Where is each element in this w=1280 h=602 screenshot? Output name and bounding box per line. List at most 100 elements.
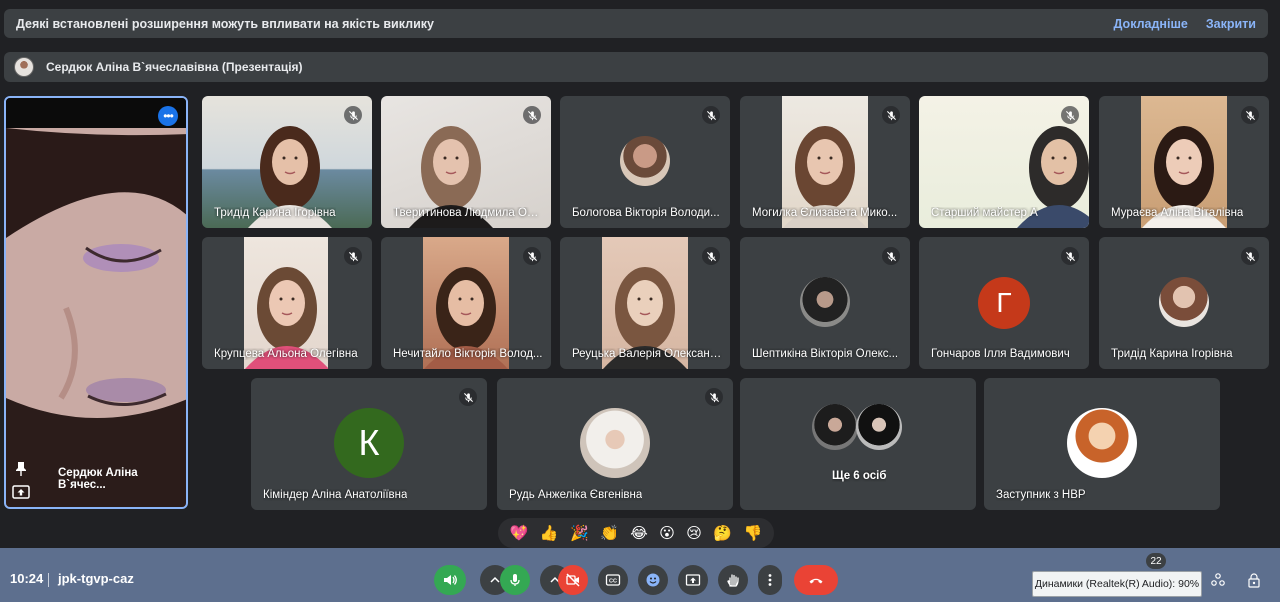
participant-name: Старший майстер А bbox=[931, 207, 1038, 219]
featured-participant-tile[interactable]: ••• Сердюк Аліна В`ячес... bbox=[4, 96, 188, 509]
more-vert-icon bbox=[768, 574, 772, 586]
reaction-emoji[interactable]: 👏 bbox=[600, 524, 619, 542]
participant-letter-avatar: К bbox=[334, 408, 404, 478]
mic-off-icon bbox=[344, 106, 362, 124]
participant-name: Шептикіна Вікторія Олекс... bbox=[752, 348, 899, 360]
participant-name: Рудь Анжеліка Євгенівна bbox=[509, 489, 643, 501]
divider bbox=[48, 573, 49, 587]
reaction-emoji[interactable]: 😂 bbox=[630, 524, 648, 542]
participant-name: Нечитайло Вікторія Волод... bbox=[393, 348, 543, 360]
mic-button[interactable] bbox=[500, 565, 530, 595]
clock: 10:24 bbox=[10, 571, 44, 586]
banner-text: Деякі встановлені розширення можуть впли… bbox=[16, 16, 434, 31]
participant-name: Мураєва Аліна Віталівна bbox=[1111, 207, 1244, 219]
mic-off-icon bbox=[702, 106, 720, 124]
presenter-avatar bbox=[14, 57, 34, 77]
participant-name: Бологова Вікторія Володи... bbox=[572, 207, 720, 219]
mic-icon bbox=[510, 574, 520, 586]
participant-avatar bbox=[620, 136, 670, 186]
svg-text:CC: CC bbox=[609, 579, 617, 585]
participant-tile[interactable]: Реуцька Валерія Олександ... bbox=[560, 237, 730, 369]
emoji-icon bbox=[646, 573, 660, 587]
reaction-emoji[interactable]: 💖 bbox=[510, 524, 529, 542]
close-banner-link[interactable]: Закрити bbox=[1206, 17, 1256, 31]
participant-tile[interactable]: Тверитинова Людмила Ол... bbox=[381, 96, 551, 228]
participant-name: Тридід Карина Ігорівна bbox=[214, 207, 336, 219]
mic-off-icon bbox=[523, 106, 541, 124]
mic-off-icon bbox=[459, 388, 477, 406]
reaction-emoji[interactable]: 😢 bbox=[686, 524, 702, 542]
mic-off-icon bbox=[523, 247, 541, 265]
more-options-button[interactable] bbox=[758, 565, 782, 595]
reaction-emoji[interactable]: 👍 bbox=[540, 524, 559, 542]
featured-video bbox=[6, 98, 186, 507]
participant-name: Тверитинова Людмила Ол... bbox=[393, 207, 543, 219]
lock-button[interactable] bbox=[1244, 570, 1264, 590]
present-now-button[interactable] bbox=[678, 565, 708, 595]
participant-tile[interactable]: Г Гончаров Ілля Вадимович bbox=[919, 237, 1089, 369]
leave-call-button[interactable] bbox=[794, 565, 838, 595]
participant-tile[interactable]: К Кіміндер Аліна Анатоліївна bbox=[251, 378, 487, 510]
participant-avatar bbox=[1067, 408, 1137, 478]
learn-more-link[interactable]: Докладніше bbox=[1114, 17, 1188, 31]
mic-off-icon bbox=[1061, 106, 1079, 124]
participant-tile[interactable]: Старший майстер А bbox=[919, 96, 1089, 228]
speaker-icon bbox=[444, 575, 457, 585]
pin-icon[interactable] bbox=[14, 461, 28, 477]
participant-name: Тридід Карина Ігорівна bbox=[1111, 348, 1233, 360]
participant-letter-avatar: Г bbox=[978, 277, 1030, 329]
reactions-button[interactable] bbox=[638, 565, 668, 595]
participant-name: Заступник з НВР bbox=[996, 489, 1086, 501]
reaction-emoji[interactable]: 🤔 bbox=[713, 524, 732, 542]
participant-tile[interactable]: Бологова Вікторія Володи... bbox=[560, 96, 730, 228]
participant-avatar bbox=[580, 408, 650, 478]
mic-off-icon bbox=[344, 247, 362, 265]
mic-off-icon bbox=[882, 106, 900, 124]
more-options-icon[interactable]: ••• bbox=[158, 106, 178, 126]
mic-off-icon bbox=[705, 388, 723, 406]
presentation-title: Сердюк Аліна В`ячеславівна (Презентація) bbox=[46, 60, 303, 74]
participant-count-badge: 22 bbox=[1146, 553, 1166, 569]
participant-tile[interactable]: Тридід Карина Ігорівна bbox=[202, 96, 372, 228]
participant-name: Крупцева Альона Олегівна bbox=[214, 348, 358, 360]
captions-icon: CC bbox=[605, 574, 621, 586]
captions-button[interactable]: CC bbox=[598, 565, 628, 595]
camera-off-icon bbox=[566, 573, 580, 587]
lock-person-icon bbox=[1248, 573, 1260, 588]
present-screen-icon bbox=[685, 574, 701, 586]
participant-tile[interactable]: Крупцева Альона Олегівна bbox=[202, 237, 372, 369]
featured-name: Сердюк Аліна В`ячес... bbox=[58, 467, 138, 491]
raise-hand-button[interactable] bbox=[718, 565, 748, 595]
hangup-icon bbox=[809, 578, 823, 584]
present-screen-icon[interactable] bbox=[12, 485, 30, 499]
host-controls-button[interactable] bbox=[1208, 570, 1228, 590]
participant-tile[interactable]: Рудь Анжеліка Євгенівна bbox=[497, 378, 733, 510]
participant-name: Могилка Єлизавета Мико... bbox=[752, 207, 898, 219]
speaker-button[interactable] bbox=[434, 565, 466, 595]
participant-tile[interactable]: Шептикіна Вікторія Олекс... bbox=[740, 237, 910, 369]
participant-avatar bbox=[800, 277, 850, 327]
participant-tile[interactable]: Нечитайло Вікторія Волод... bbox=[381, 237, 551, 369]
people-icon bbox=[1211, 573, 1225, 586]
reaction-emoji[interactable]: 🎉 bbox=[570, 524, 589, 542]
reaction-emoji[interactable]: 😮 bbox=[659, 524, 675, 542]
mic-off-icon bbox=[1061, 247, 1079, 265]
reaction-emoji[interactable]: 👎 bbox=[743, 524, 762, 542]
participant-tile[interactable]: Заступник з НВР bbox=[984, 378, 1220, 510]
meeting-code[interactable]: jpk-tgvp-caz bbox=[58, 571, 134, 586]
hand-icon bbox=[727, 574, 739, 587]
participant-tile[interactable]: Мураєва Аліна Віталівна bbox=[1099, 96, 1269, 228]
camera-off-button[interactable] bbox=[558, 565, 588, 595]
participant-name: Кіміндер Аліна Анатоліївна bbox=[263, 489, 408, 501]
participant-name: Реуцька Валерія Олександ... bbox=[572, 348, 722, 360]
participant-tile[interactable]: Тридід Карина Ігорівна bbox=[1099, 237, 1269, 369]
participant-tile[interactable]: Могилка Єлизавета Мико... bbox=[740, 96, 910, 228]
participant-name: Гончаров Ілля Вадимович bbox=[931, 348, 1070, 360]
reactions-bar: 💖 👍 🎉 👏 😂 😮 😢 🤔 👎 bbox=[498, 518, 774, 548]
chevron-up-icon bbox=[490, 576, 500, 583]
presentation-row[interactable]: Сердюк Аліна В`ячеславівна (Презентація) bbox=[4, 52, 1268, 82]
participant-name: Ще 6 осіб bbox=[832, 470, 887, 482]
participant-tile[interactable]: Ще 6 осіб bbox=[740, 378, 976, 510]
mic-off-icon bbox=[1241, 106, 1259, 124]
extensions-warning-banner: Деякі встановлені розширення можуть впли… bbox=[4, 9, 1268, 38]
